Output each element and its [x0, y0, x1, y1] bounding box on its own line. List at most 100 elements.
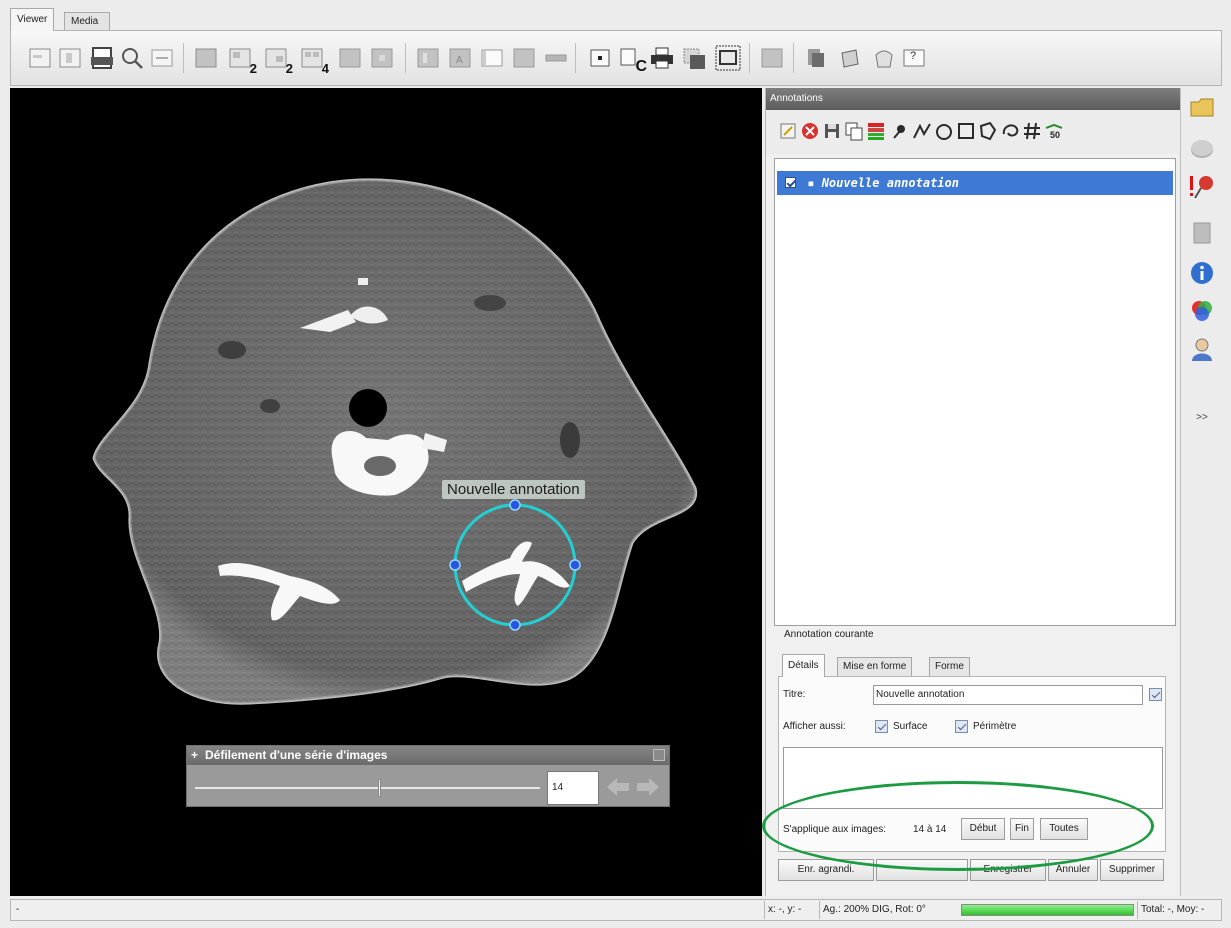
slice-number-field[interactable]: 14: [547, 771, 599, 805]
expand-icon[interactable]: +: [191, 746, 198, 765]
help-label: ?: [910, 50, 917, 62]
arrow-left-icon[interactable]: [605, 776, 631, 798]
all-button[interactable]: Toutes: [1040, 818, 1088, 840]
tab-details[interactable]: Détails: [782, 654, 825, 677]
perimeter-label: Périmètre: [973, 721, 1017, 732]
totals-readout: Total: -, Moy: -: [1137, 901, 1204, 919]
surface-checkbox[interactable]: [875, 720, 888, 733]
show-also-label: Afficher aussi:: [783, 721, 846, 732]
series-2-icon[interactable]: 2: [227, 45, 257, 76]
rotate-left-icon[interactable]: [837, 45, 863, 71]
zoom-icon[interactable]: [119, 45, 145, 71]
duplicate-icon[interactable]: [844, 120, 864, 142]
invert-icon[interactable]: [415, 45, 441, 71]
image-viewer[interactable]: Nouvelle annotation + Défilement d'une s…: [10, 88, 762, 896]
frame-icon[interactable]: [479, 45, 505, 71]
annotations-header: Annotations: [766, 88, 1180, 110]
annotation-pin-icon[interactable]: [1189, 174, 1215, 200]
measure-tool-icon[interactable]: 50: [1044, 120, 1064, 142]
help-icon[interactable]: ?: [901, 45, 927, 71]
main-toolbar: 2 2 4 A C ?: [10, 30, 1222, 86]
polyline-tool-icon[interactable]: [912, 120, 932, 142]
fit-width-icon[interactable]: [149, 45, 175, 71]
delete-button[interactable]: Supprimer: [1100, 859, 1164, 881]
annotations-list[interactable]: ▪ Nouvelle annotation: [774, 158, 1176, 626]
title-input[interactable]: Nouvelle annotation: [873, 685, 1143, 705]
annotation-name: Nouvelle annotation: [821, 176, 959, 190]
freehand-tool-icon[interactable]: [1000, 120, 1020, 142]
annotation-visible-checkbox[interactable]: [785, 177, 796, 188]
toolbar-badge: C: [635, 58, 647, 75]
edit-note-icon[interactable]: [778, 120, 798, 142]
tab-media-gallery[interactable]: Media Gallery: [64, 12, 110, 44]
folder-icon[interactable]: [1189, 94, 1215, 120]
title-visible-checkbox[interactable]: [1149, 688, 1162, 701]
expand-strip-button[interactable]: >>: [1181, 412, 1223, 423]
title-label: Titre:: [783, 689, 806, 700]
scroll-panel-title-text: Défilement d'une série d'images: [205, 748, 388, 762]
layout-1x1-icon[interactable]: [27, 45, 53, 71]
grid-tool-icon[interactable]: [1022, 120, 1042, 142]
tab-formatting[interactable]: Mise en forme: [837, 657, 913, 676]
layout-toggle-icon[interactable]: [759, 45, 785, 71]
text-overlay-icon[interactable]: A: [447, 45, 473, 71]
window-level-icon[interactable]: [193, 45, 219, 71]
layout-2x1-icon[interactable]: [57, 45, 83, 71]
details-pane: Titre: Nouvelle annotation Afficher auss…: [778, 676, 1166, 852]
series-2b-icon[interactable]: 2: [263, 45, 293, 76]
scroll-panel-title[interactable]: + Défilement d'une série d'images: [187, 746, 669, 765]
coordinates-readout: x: -, y: -: [764, 901, 801, 919]
zoom-readout: Ag.: 200% DIG, Rot: 0°: [819, 901, 926, 919]
description-textarea[interactable]: [783, 747, 1163, 809]
hand-pan-icon[interactable]: [89, 45, 115, 71]
delete-icon[interactable]: [800, 120, 820, 142]
rotate-right-icon[interactable]: [871, 45, 897, 71]
perimeter-checkbox[interactable]: [955, 720, 968, 733]
series-slider-thumb[interactable]: [378, 779, 381, 797]
user-icon[interactable]: [1189, 336, 1215, 362]
export-icon[interactable]: [681, 45, 707, 71]
fullscreen-icon[interactable]: [715, 45, 741, 71]
series-slider-track[interactable]: [195, 787, 540, 789]
ruler-icon[interactable]: [543, 45, 569, 71]
surface-label: Surface: [893, 721, 928, 732]
save-button[interactable]: Enregistrer: [970, 859, 1046, 881]
disabled-button: [876, 859, 968, 881]
roi-annotation-label[interactable]: Nouvelle annotation: [442, 480, 585, 499]
reference-lines-icon[interactable]: [369, 45, 395, 71]
snapshot-icon[interactable]: [587, 45, 613, 71]
print-icon[interactable]: [649, 45, 675, 71]
bullet-icon: ▪: [807, 176, 815, 190]
info-icon[interactable]: [1189, 260, 1215, 286]
circle-tool-icon[interactable]: [934, 120, 954, 142]
save-enlarged-button[interactable]: Enr. agrandi.: [778, 859, 874, 881]
toolbar-badge: 2: [249, 61, 257, 76]
copy-icon[interactable]: C: [617, 45, 647, 75]
applies-to-images-label: S'applique aux images:: [783, 824, 887, 835]
disk-icon[interactable]: [1189, 136, 1215, 162]
rectangle-tool-icon[interactable]: [956, 120, 976, 142]
end-button[interactable]: Fin: [1010, 818, 1034, 840]
tab-viewer[interactable]: Viewer: [10, 8, 55, 31]
polygon-tool-icon[interactable]: [978, 120, 998, 142]
save-icon[interactable]: [822, 120, 842, 142]
toolbar-badge: 2: [285, 61, 293, 76]
color-icon[interactable]: [1189, 298, 1215, 324]
measure-tool-badge: 50: [1050, 130, 1061, 140]
status-bar: - x: -, y: - Ag.: 200% DIG, Rot: 0° Tota…: [10, 899, 1222, 921]
list-item[interactable]: ▪ Nouvelle annotation: [777, 171, 1173, 195]
point-tool-icon[interactable]: [890, 120, 910, 142]
cine-icon[interactable]: [803, 45, 829, 71]
tab-shape[interactable]: Forme: [929, 657, 970, 676]
document-icon[interactable]: [1189, 220, 1215, 246]
start-button[interactable]: Début: [961, 818, 1005, 840]
close-icon[interactable]: [653, 749, 665, 761]
cancel-button[interactable]: Annuler: [1048, 859, 1098, 881]
flip-icon[interactable]: [511, 45, 537, 71]
current-annotation-label: Annotation courante: [784, 629, 874, 640]
color-palette-icon[interactable]: [866, 120, 886, 142]
series-4-icon[interactable]: 4: [299, 45, 329, 76]
series-scroll-panel: + Défilement d'une série d'images 14: [186, 745, 670, 807]
arrow-right-icon[interactable]: [635, 776, 661, 798]
sync-icon[interactable]: [337, 45, 363, 71]
